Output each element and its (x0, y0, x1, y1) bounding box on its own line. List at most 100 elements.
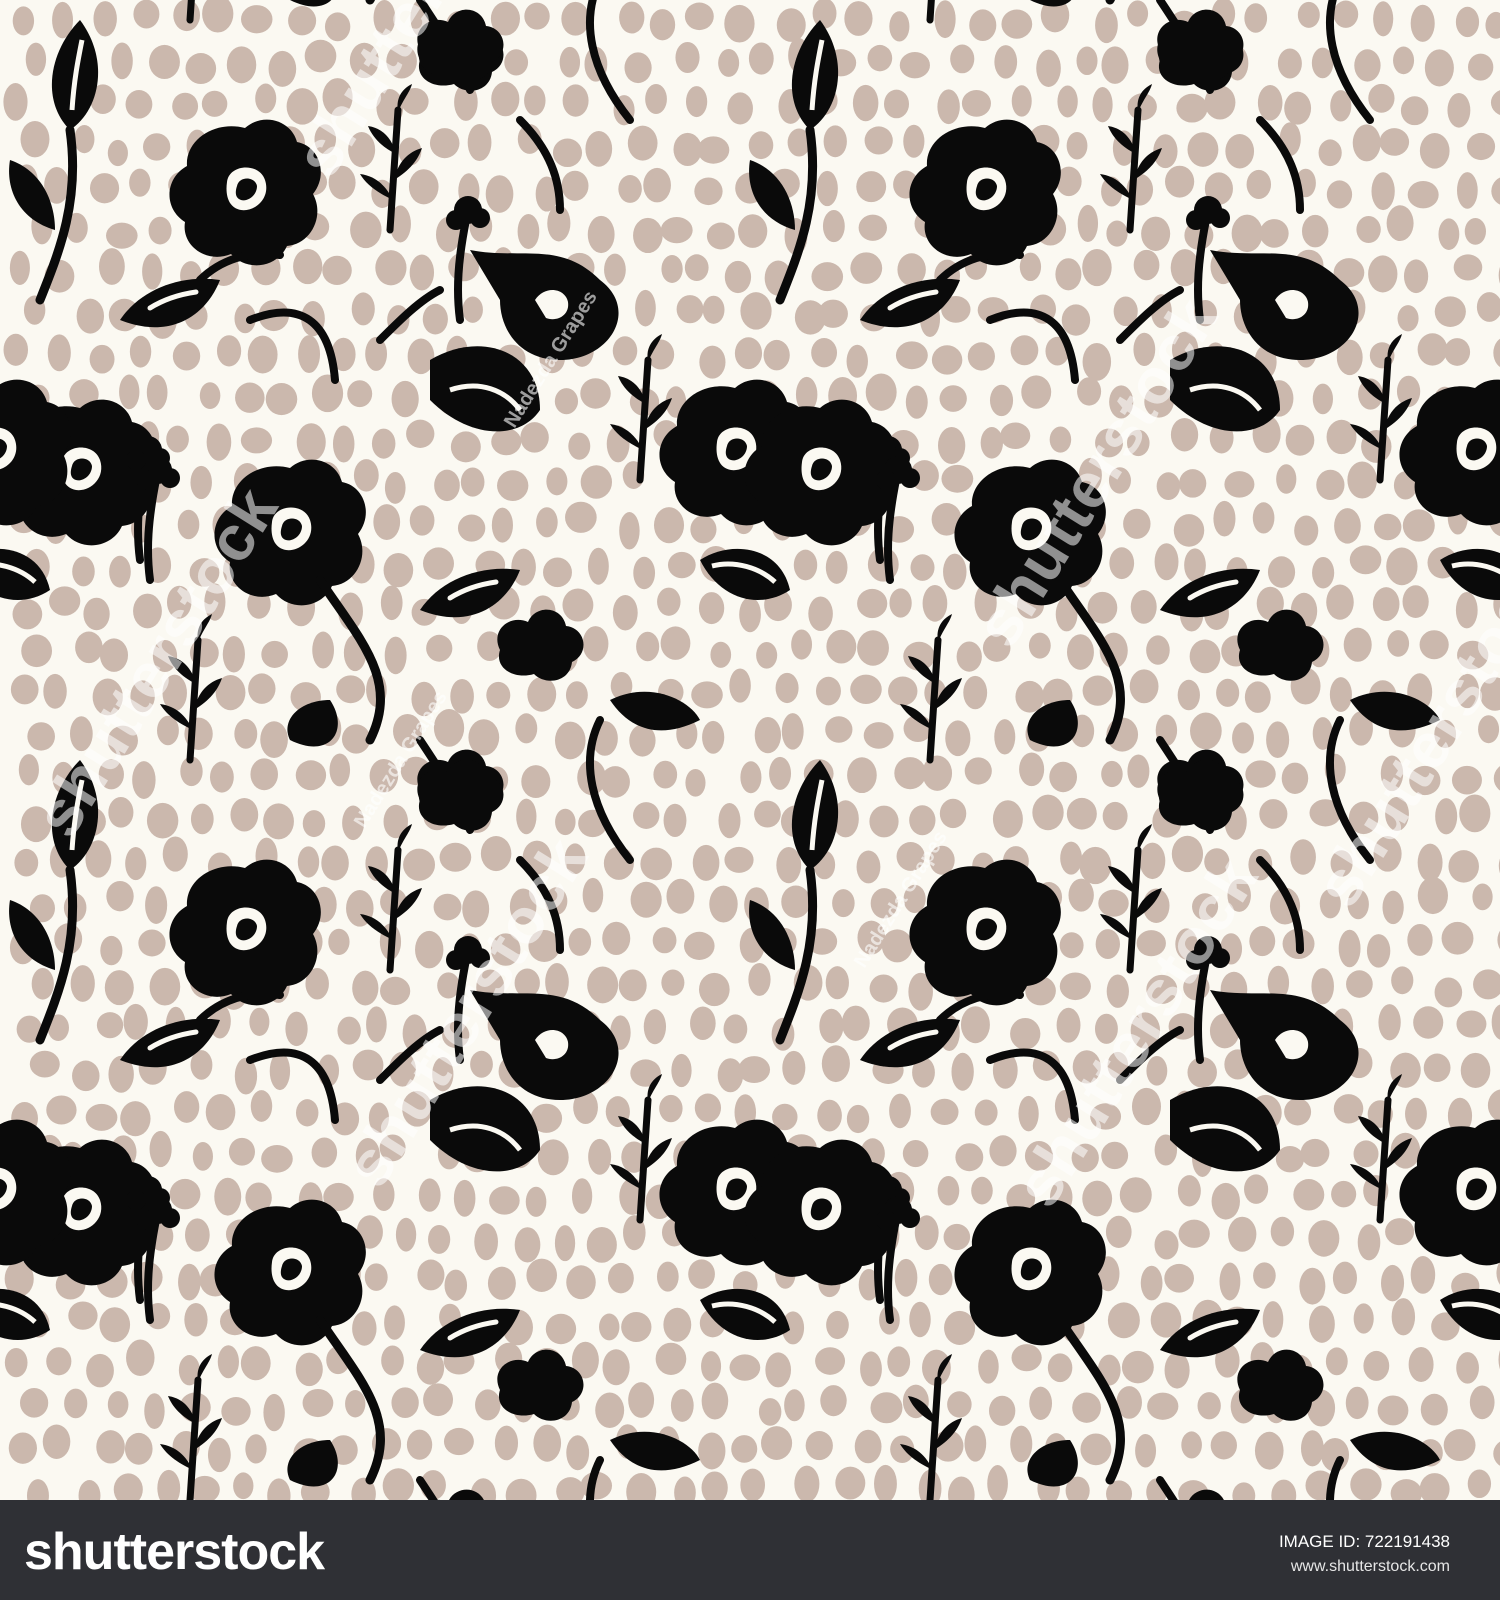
background-dot (825, 966, 849, 1000)
background-dot (702, 720, 725, 754)
background-dot (295, 1099, 319, 1127)
background-dot (162, 836, 188, 872)
background-dot (1478, 715, 1500, 744)
background-dot (1435, 798, 1458, 835)
shutterstock-logo[interactable]: shutterstock (24, 1522, 325, 1582)
background-dot (585, 130, 613, 167)
background-dot (702, 295, 725, 324)
background-dot (371, 428, 396, 459)
background-dot (1259, 799, 1288, 829)
background-dot (1467, 1469, 1492, 1499)
background-dot (142, 133, 171, 161)
background-dot (1266, 721, 1290, 759)
background-dot (42, 1424, 71, 1459)
background-dot (368, 1102, 390, 1134)
background-dot (18, 754, 39, 786)
background-dot (96, 1012, 124, 1039)
background-dot (630, 881, 662, 918)
background-dot (1316, 469, 1345, 501)
background-dot (1419, 133, 1450, 169)
background-dot (444, 1269, 468, 1301)
background-dot (373, 1178, 395, 1212)
background-dot (1254, 1431, 1284, 1470)
background-dot (384, 636, 407, 675)
background-dot (129, 335, 152, 368)
background-dot (1136, 930, 1166, 957)
background-dot (1164, 1263, 1194, 1293)
background-dot (1140, 1265, 1163, 1301)
background-dot (811, 262, 844, 292)
background-dot (1176, 93, 1208, 123)
background-dot (1434, 719, 1457, 749)
background-dot (960, 1006, 990, 1044)
background-dot (1059, 972, 1091, 1001)
background-dot (312, 631, 335, 669)
background-dot (1245, 760, 1276, 788)
background-dot (352, 970, 379, 1006)
background-dot (1131, 1087, 1161, 1126)
background-dot (460, 467, 485, 497)
background-dot (517, 213, 540, 250)
background-dot (1407, 923, 1433, 956)
background-dot (152, 639, 178, 673)
background-dot (148, 216, 172, 245)
background-dot (395, 1217, 417, 1252)
background-dot (100, 935, 123, 966)
background-dot (1106, 974, 1129, 1008)
background-dot (1061, 304, 1091, 336)
background-dot (174, 1091, 200, 1123)
background-dot (9, 250, 30, 285)
background-dot (819, 1008, 844, 1044)
background-dot (565, 501, 597, 533)
background-dot (1227, 879, 1251, 912)
background-dot (602, 921, 631, 955)
background-dot (815, 1347, 846, 1375)
background-dot (887, 1346, 911, 1378)
background-dot (384, 1305, 405, 1340)
background-dot (1076, 46, 1098, 76)
background-dot (1284, 1098, 1312, 1126)
background-dot (944, 1310, 976, 1345)
background-dot (525, 1186, 547, 1217)
background-dot (453, 1179, 476, 1217)
background-dot (487, 1266, 516, 1300)
background-dot (889, 11, 910, 42)
background-dot (748, 42, 774, 75)
background-dot (75, 631, 103, 664)
background-dot (857, 588, 888, 619)
background-dot (177, 509, 200, 540)
background-dot (491, 428, 522, 456)
background-dot (46, 1095, 77, 1125)
background-dot (250, 1090, 273, 1122)
background-dot (403, 848, 436, 881)
background-dot (68, 1301, 98, 1330)
background-dot (297, 846, 320, 878)
background-dot (1107, 1302, 1140, 1339)
background-dot (740, 292, 772, 330)
background-dot (846, 1104, 870, 1134)
background-dot (1417, 333, 1448, 366)
background-dot (516, 798, 537, 835)
background-dot (607, 1262, 634, 1294)
background-dot (870, 888, 898, 919)
background-dot (697, 136, 730, 164)
background-dot (894, 757, 927, 790)
background-dot (793, 549, 818, 581)
background-dot (1066, 797, 1097, 830)
background-dot (1293, 1179, 1325, 1211)
background-dot (1262, 1301, 1284, 1338)
site-url[interactable]: www.shutterstock.com (1291, 1558, 1450, 1576)
background-dot (1402, 585, 1429, 619)
background-dot (133, 0, 160, 29)
background-dot (514, 1227, 541, 1263)
background-dot (1380, 1264, 1405, 1302)
background-dot (1438, 218, 1460, 251)
background-dot (1252, 502, 1275, 534)
background-dot (943, 553, 967, 590)
background-dot (1312, 383, 1333, 415)
background-dot (1147, 1392, 1179, 1420)
background-dot (106, 880, 134, 912)
background-dot (1300, 1430, 1324, 1467)
background-dot (1079, 846, 1112, 885)
background-dot (1267, 556, 1296, 588)
